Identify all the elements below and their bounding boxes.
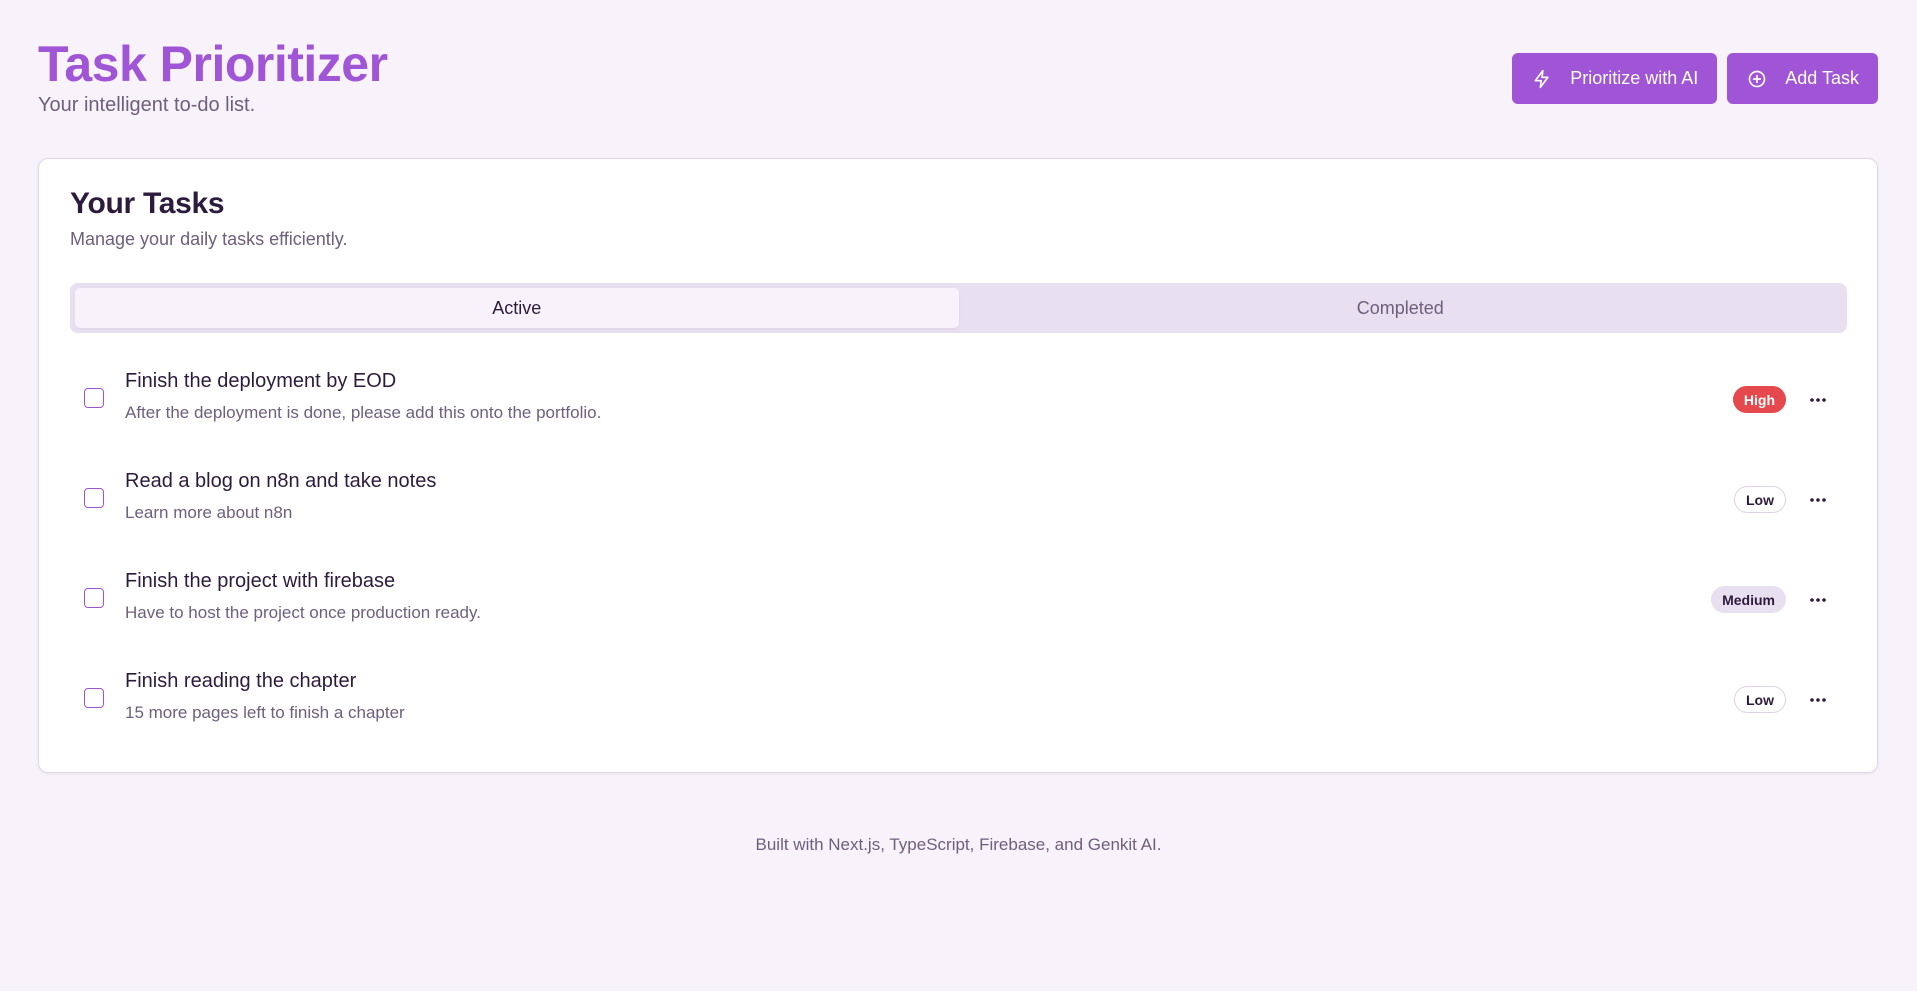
task-description: After the deployment is done, please add…: [125, 403, 602, 422]
zap-icon: [1534, 69, 1549, 88]
more-horizontal-icon: [1810, 698, 1826, 702]
task-description: Have to host the project once production…: [125, 603, 481, 622]
app-title: Task Prioritizer: [38, 36, 388, 92]
task-title: Read a blog on n8n and take notes: [125, 470, 437, 492]
app-header: Task Prioritizer Your intelligent to-do …: [38, 36, 388, 117]
task-tabs: Active Completed: [70, 283, 1847, 333]
more-options-button[interactable]: [1806, 388, 1830, 412]
task-checkbox[interactable]: [84, 388, 104, 408]
task-title: Finish reading the chapter: [125, 670, 357, 692]
task-title: Finish the project with firebase: [125, 570, 396, 592]
task-item: Read a blog on n8n and take notes Learn …: [70, 457, 1847, 557]
priority-badge: High: [1732, 386, 1786, 413]
more-options-button[interactable]: [1806, 688, 1830, 712]
task-description: Learn more about n8n: [125, 503, 293, 522]
page-footer: Built with Next.js, TypeScript, Firebase…: [755, 835, 1162, 854]
card-description: Manage your daily tasks efficiently.: [70, 229, 348, 249]
task-item: Finish the project with firebase Have to…: [70, 557, 1847, 657]
task-checkbox[interactable]: [84, 488, 104, 508]
priority-badge: Low: [1734, 486, 1786, 513]
plus-circle-icon: [1748, 70, 1766, 87]
more-horizontal-icon: [1810, 498, 1826, 502]
priority-badge: Low: [1734, 686, 1786, 713]
prioritize-with-ai-label: Prioritize with AI: [1570, 68, 1699, 88]
task-item: Finish reading the chapter 15 more pages…: [70, 657, 1847, 757]
task-title: Finish the deployment by EOD: [125, 370, 397, 392]
more-horizontal-icon: [1810, 598, 1826, 602]
tasks-card: Your Tasks Manage your daily tasks effic…: [38, 158, 1878, 773]
more-options-button[interactable]: [1806, 588, 1830, 612]
add-task-label: Add Task: [1785, 68, 1859, 88]
more-options-button[interactable]: [1806, 488, 1830, 512]
task-checkbox[interactable]: [84, 688, 104, 708]
app-subtitle: Your intelligent to-do list.: [38, 94, 256, 116]
task-list: Finish the deployment by EOD After the d…: [70, 357, 1847, 757]
prioritize-with-ai-button[interactable]: Prioritize with AI: [1512, 53, 1718, 104]
priority-badge: Medium: [1711, 586, 1786, 613]
add-task-button[interactable]: Add Task: [1727, 53, 1878, 104]
tab-active[interactable]: Active: [75, 288, 959, 328]
card-title: Your Tasks: [70, 187, 225, 220]
task-item: Finish the deployment by EOD After the d…: [70, 357, 1847, 457]
header-actions: Prioritize with AI Add Task: [1512, 53, 1878, 104]
tab-completed[interactable]: Completed: [959, 288, 1843, 328]
task-checkbox[interactable]: [84, 588, 104, 608]
task-description: 15 more pages left to finish a chapter: [125, 703, 405, 722]
more-horizontal-icon: [1810, 398, 1826, 402]
